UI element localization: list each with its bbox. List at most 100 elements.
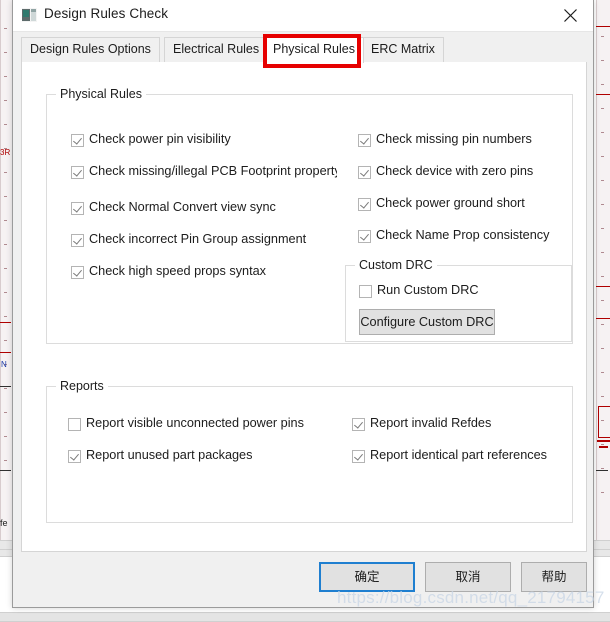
ruler-tick [4, 76, 7, 77]
ruler-tick [4, 316, 7, 317]
checkbox-box[interactable] [71, 166, 84, 179]
checkbox-box[interactable] [358, 166, 371, 179]
checkbox-box[interactable] [68, 450, 81, 463]
schematic-wire [0, 386, 11, 387]
ruler-tick [4, 220, 7, 221]
checkbox-label: Check Name Prop consistency [376, 228, 550, 242]
ruler-tick [601, 324, 604, 325]
schematic-wire [0, 470, 11, 471]
ruler-tick [4, 412, 7, 413]
checkbox-label: Run Custom DRC [377, 283, 479, 297]
checkbox-check-missing-pin-numbers[interactable]: Check missing pin numbers [358, 132, 532, 147]
checkbox-report-unused-part-packages[interactable]: Report unused part packages [68, 448, 252, 463]
checkbox-check-incorrect-pin-group-assignment[interactable]: Check incorrect Pin Group assignment [71, 232, 306, 247]
physical-rules-group: Physical Rules Check power pin visibilit… [46, 87, 573, 344]
checkbox-box[interactable] [71, 134, 84, 147]
checkbox-box[interactable] [358, 230, 371, 243]
ruler-tick [601, 204, 604, 205]
schematic-wire [0, 322, 11, 323]
ruler-tick [601, 252, 604, 253]
tab-erc-matrix[interactable]: ERC Matrix [362, 37, 444, 63]
checkbox-box[interactable] [71, 266, 84, 279]
checkbox-box[interactable] [68, 418, 81, 431]
tab-physical-rules[interactable]: Physical Rules [264, 37, 364, 63]
app-icon [22, 8, 37, 22]
custom-drc-group: Custom DRC Run Custom DRC Configure Cust… [345, 258, 572, 342]
ruler-tick [601, 468, 604, 469]
physical-rules-left-column: Check power pin visibility Check missing… [47, 95, 337, 343]
schematic-wire [596, 94, 610, 95]
ruler-tick [4, 52, 7, 53]
ruler-tick [601, 372, 604, 373]
checkbox-label: Check missing/illegal PCB Footprint prop… [89, 164, 337, 178]
checkbox-box[interactable] [352, 450, 365, 463]
ruler-tick [601, 444, 604, 445]
checkbox-report-invalid-refdes[interactable]: Report invalid Refdes [352, 416, 491, 431]
checkbox-check-name-prop-consistency[interactable]: Check Name Prop consistency [358, 228, 549, 243]
ruler-tick [4, 124, 7, 125]
ruler-tick [601, 348, 604, 349]
checkbox-box[interactable] [358, 198, 371, 211]
checkbox-check-power-ground-short[interactable]: Check power ground short [358, 196, 525, 211]
ruler-tick [601, 492, 604, 493]
schematic-wire [596, 470, 608, 471]
schematic-component [598, 406, 610, 438]
checkbox-box[interactable] [359, 285, 372, 298]
checkbox-report-identical-part-references[interactable]: Report identical part references [352, 448, 547, 463]
ruler-tick [601, 228, 604, 229]
checkbox-label: Check missing pin numbers [376, 132, 532, 146]
reports-group-legend: Reports [56, 379, 108, 393]
checkbox-label: Report invalid Refdes [370, 416, 492, 430]
ok-button[interactable]: 确定 [319, 562, 415, 592]
ruler-tick [601, 36, 604, 37]
checkbox-box[interactable] [358, 134, 371, 147]
ruler-tick [4, 268, 7, 269]
ruler-tick [601, 156, 604, 157]
ruler-tick [4, 340, 7, 341]
checkbox-check-high-speed-props-syntax[interactable]: Check high speed props syntax [71, 264, 266, 279]
checkbox-label: Check high speed props syntax [89, 264, 267, 278]
checkbox-label: Report identical part references [370, 448, 548, 462]
cancel-button[interactable]: 取消 [425, 562, 511, 592]
schematic-wire [599, 446, 608, 448]
ruler-tick [4, 460, 7, 461]
checkbox-check-normal-convert-view-sync[interactable]: Check Normal Convert view sync [71, 200, 276, 215]
ruler-tick [601, 84, 604, 85]
help-button[interactable]: 帮助 [521, 562, 587, 592]
checkbox-check-device-with-zero-pins[interactable]: Check device with zero pins [358, 164, 533, 179]
tab-electrical-rules[interactable]: Electrical Rules [164, 37, 269, 63]
ruler-tick [601, 180, 604, 181]
close-icon[interactable] [548, 0, 593, 31]
checkbox-label: Check power pin visibility [89, 132, 231, 146]
right-ruler [596, 0, 610, 540]
ruler-tick [4, 292, 7, 293]
schematic-wire [596, 318, 610, 319]
checkbox-label: Check power ground short [376, 196, 525, 210]
physical-rules-panel: Physical Rules Check power pin visibilit… [21, 62, 587, 552]
schematic-net-label: 3R [0, 148, 11, 157]
checkbox-check-power-pin-visibility[interactable]: Check power pin visibility [71, 132, 231, 147]
ruler-tick [4, 388, 7, 389]
dialog-title: Design Rules Check [44, 6, 169, 21]
checkbox-run-custom-drc[interactable]: Run Custom DRC [359, 283, 479, 298]
ruler-tick [601, 300, 604, 301]
configure-custom-drc-button[interactable]: Configure Custom DRC [359, 309, 495, 335]
checkbox-label: Check device with zero pins [376, 164, 534, 178]
checkbox-report-visible-unconnected-power-pins[interactable]: Report visible unconnected power pins [68, 416, 304, 431]
schematic-wire [596, 26, 610, 27]
schematic-net-label: N [1, 360, 7, 369]
checkbox-check-missing-illegal-pcb-footprint-property[interactable]: Check missing/illegal PCB Footprint prop… [71, 164, 337, 179]
ruler-tick [601, 276, 604, 277]
dialog-titlebar: Design Rules Check [13, 0, 593, 32]
ruler-tick [601, 396, 604, 397]
ruler-tick [4, 436, 7, 437]
ruler-tick [601, 60, 604, 61]
checkbox-box[interactable] [352, 418, 365, 431]
ruler-tick [601, 132, 604, 133]
checkbox-box[interactable] [71, 202, 84, 215]
schematic-wire [596, 286, 610, 287]
checkbox-box[interactable] [71, 234, 84, 247]
ruler-tick [4, 172, 7, 173]
tab-design-rules-options[interactable]: Design Rules Options [21, 37, 160, 63]
ruler-tick [601, 108, 604, 109]
